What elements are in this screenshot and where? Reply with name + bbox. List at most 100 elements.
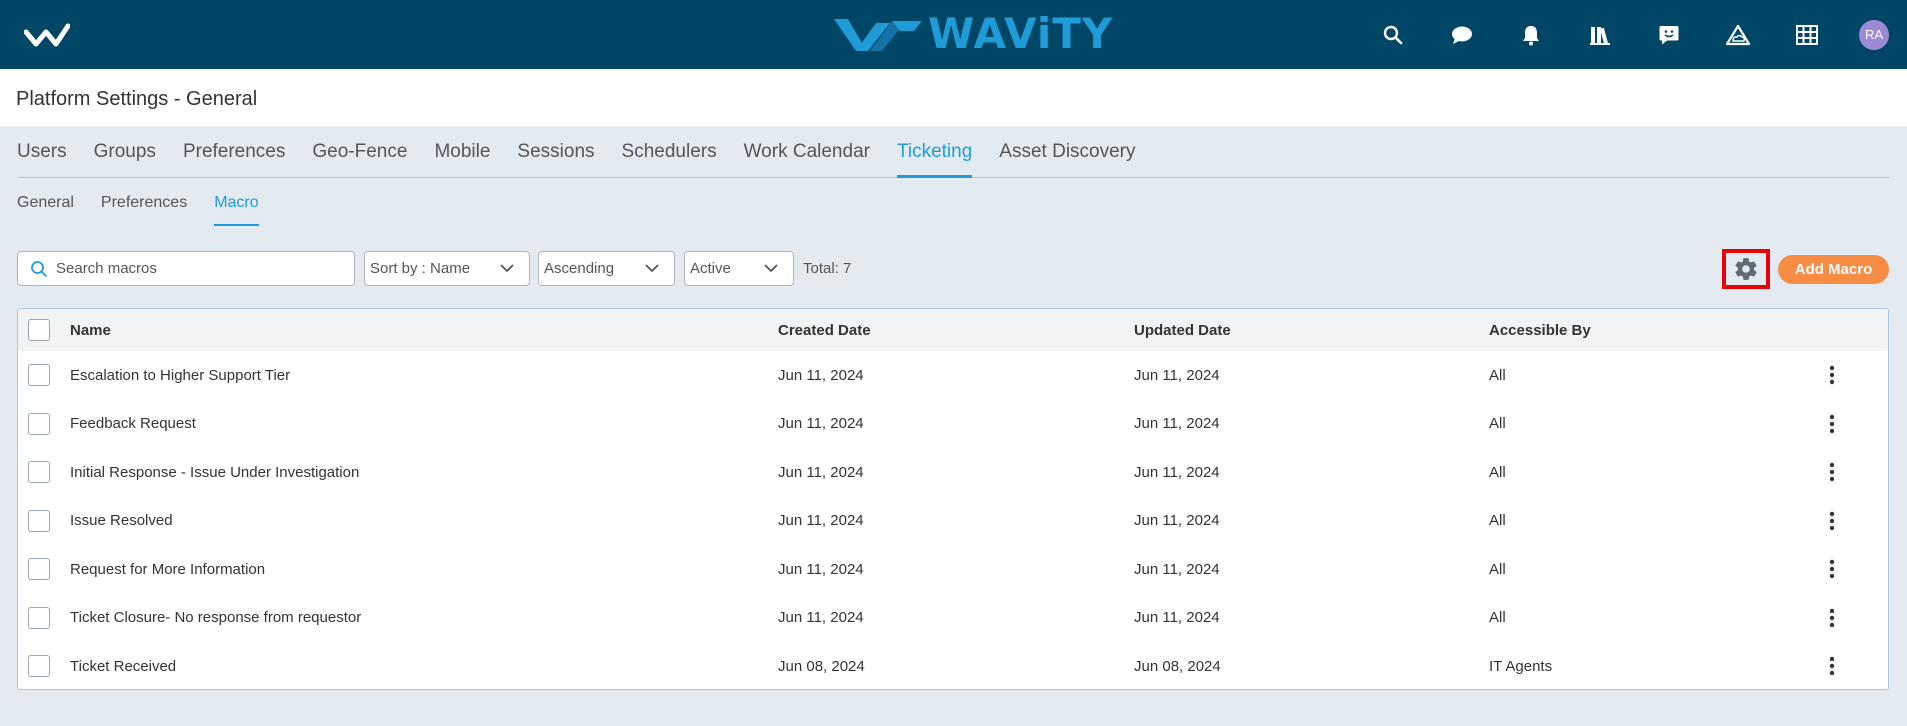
row-checkbox[interactable]	[28, 558, 50, 580]
chat-icon[interactable]	[1448, 21, 1476, 49]
updated-date: Jun 11, 2024	[1134, 415, 1220, 433]
search-icon[interactable]	[1379, 21, 1407, 49]
subtab-preferences[interactable]: Preferences	[101, 188, 187, 226]
macro-toolbar: Sort by : Name Ascending Active Total: 7…	[17, 249, 1889, 289]
user-avatar[interactable]: RA	[1859, 19, 1889, 50]
updated-date: Jun 08, 2024	[1134, 657, 1221, 675]
order-value: Ascending	[544, 260, 615, 277]
macro-name: Escalation to Higher Support Tier	[70, 366, 291, 384]
table-row[interactable]: Ticket Received Jun 08, 2024 Jun 08, 2024 I…	[18, 642, 1888, 689]
created-date: Jun 11, 2024	[778, 609, 864, 627]
home-logo-icon[interactable]	[24, 22, 70, 48]
library-icon[interactable]	[1586, 21, 1614, 49]
row-checkbox[interactable]	[28, 461, 50, 483]
created-date: Jun 08, 2024	[778, 657, 865, 675]
updated-date: Jun 11, 2024	[1134, 366, 1220, 384]
tab-work-calendar[interactable]: Work Calendar	[744, 126, 870, 178]
macro-name: Request for More Information	[70, 560, 266, 578]
macro-name: Issue Resolved	[70, 512, 173, 530]
settings-tabs: Users Groups Preferences Geo-Fence Mobile Ses…	[17, 126, 1889, 178]
chevron-down-icon	[500, 264, 514, 273]
macro-name: Ticket Received	[70, 657, 177, 675]
updated-date: Jun 11, 2024	[1134, 512, 1220, 530]
more-options-icon[interactable]	[1826, 656, 1838, 676]
header-accessible-by[interactable]: Accessible By	[1489, 309, 1591, 351]
row-checkbox[interactable]	[28, 655, 50, 677]
table-row[interactable]: Initial Response - Issue Under Investiga…	[18, 448, 1888, 497]
more-options-icon[interactable]	[1826, 608, 1838, 628]
table-row[interactable]: Feedback Request Jun 11, 2024 Jun 11, 2024…	[18, 400, 1888, 449]
updated-date: Jun 11, 2024	[1134, 463, 1220, 481]
top-bar: WAViTY RA	[0, 0, 1907, 69]
accessible-by: All	[1489, 366, 1506, 384]
cloud-alert-icon[interactable]	[1724, 21, 1752, 49]
status-value: Active	[690, 260, 731, 277]
updated-date: Jun 11, 2024	[1134, 560, 1220, 578]
tab-mobile[interactable]: Mobile	[434, 126, 490, 178]
table-body: Escalation to Higher Support Tier Jun 11,…	[18, 351, 1888, 689]
table-row[interactable]: Ticket Closure- No response from request…	[18, 594, 1888, 643]
row-checkbox[interactable]	[28, 412, 50, 435]
tab-asset-discovery[interactable]: Asset Discovery	[999, 126, 1135, 178]
accessible-by: All	[1489, 512, 1506, 530]
macro-name: Feedback Request	[70, 415, 196, 433]
search-input[interactable]	[56, 260, 346, 277]
more-options-icon[interactable]	[1826, 511, 1838, 531]
sort-by-select[interactable]: Sort by : Name	[364, 251, 530, 286]
top-icons: RA	[1338, 0, 1889, 69]
more-options-icon[interactable]	[1826, 365, 1838, 385]
search-box	[17, 251, 355, 286]
feedback-icon[interactable]	[1655, 21, 1683, 49]
page-title: Platform Settings - General	[16, 88, 258, 110]
table-row[interactable]: Issue Resolved Jun 11, 2024 Jun 11, 2024 Al…	[18, 497, 1888, 546]
tab-groups[interactable]: Groups	[94, 126, 156, 178]
more-options-icon[interactable]	[1826, 414, 1838, 434]
header-name[interactable]: Name	[70, 309, 111, 351]
grid-icon[interactable]	[1793, 21, 1821, 49]
accessible-by: All	[1489, 415, 1506, 433]
subtab-general[interactable]: General	[17, 188, 74, 226]
title-bar: Platform Settings - General	[0, 69, 1907, 126]
subtab-macro[interactable]: Macro	[214, 188, 259, 226]
table-header: Name Created Date Updated Date Accessibl…	[18, 309, 1888, 351]
accessible-by: IT Agents	[1489, 657, 1553, 675]
search-icon	[31, 260, 47, 277]
chevron-down-icon	[645, 264, 659, 273]
table-row[interactable]: Request for More Information Jun 11, 2024…	[18, 545, 1888, 594]
total-count: Total: 7	[803, 260, 852, 277]
macro-name: Initial Response - Issue Under Investiga…	[70, 463, 360, 481]
order-select[interactable]: Ascending	[538, 251, 675, 286]
brand-name: WAViTY	[928, 8, 1114, 58]
row-checkbox[interactable]	[28, 509, 50, 532]
tab-users[interactable]: Users	[17, 126, 67, 178]
sort-by-value: Sort by : Name	[370, 260, 471, 277]
more-options-icon[interactable]	[1826, 462, 1838, 482]
tab-ticketing[interactable]: Ticketing	[896, 126, 973, 178]
created-date: Jun 11, 2024	[778, 560, 864, 578]
chevron-down-icon	[764, 264, 778, 273]
settings-gear-button[interactable]	[1722, 249, 1770, 289]
row-checkbox[interactable]	[28, 606, 50, 629]
tab-geo-fence[interactable]: Geo-Fence	[312, 126, 407, 178]
status-select[interactable]: Active	[684, 251, 794, 286]
tab-preferences[interactable]: Preferences	[183, 126, 285, 178]
brand-mark-icon	[834, 19, 922, 51]
header-updated-date[interactable]: Updated Date	[1134, 309, 1231, 351]
row-checkbox[interactable]	[28, 364, 50, 386]
created-date: Jun 11, 2024	[778, 512, 864, 530]
table-row[interactable]: Escalation to Higher Support Tier Jun 11,…	[18, 351, 1888, 400]
ticketing-subtabs: General Preferences Macro	[17, 188, 286, 226]
brand-logo: WAViTY	[834, 8, 1114, 58]
updated-date: Jun 11, 2024	[1134, 609, 1220, 627]
select-all-checkbox[interactable]	[28, 319, 50, 341]
tab-schedulers[interactable]: Schedulers	[622, 126, 717, 178]
created-date: Jun 11, 2024	[778, 366, 864, 384]
add-macro-button[interactable]: Add Macro	[1778, 255, 1889, 284]
created-date: Jun 11, 2024	[778, 415, 864, 433]
header-created-date[interactable]: Created Date	[778, 309, 871, 351]
accessible-by: All	[1489, 609, 1506, 627]
more-options-icon[interactable]	[1826, 559, 1838, 579]
gear-icon	[1735, 258, 1757, 280]
tab-sessions[interactable]: Sessions	[517, 126, 594, 178]
bell-icon[interactable]	[1517, 21, 1545, 49]
